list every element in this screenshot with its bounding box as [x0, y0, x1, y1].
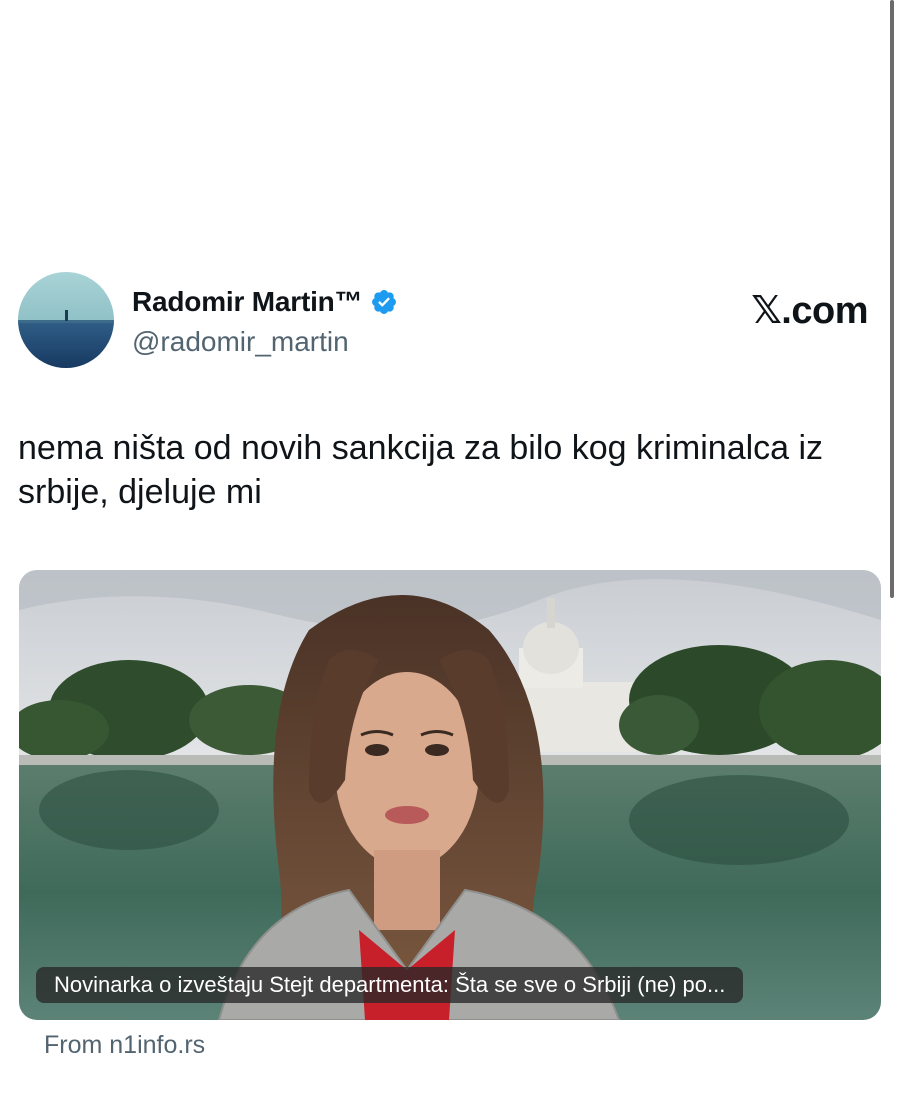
author-avatar[interactable] — [18, 272, 114, 368]
author-handle[interactable]: @radomir_martin — [132, 326, 349, 358]
tweet-text: nema ništa od novih sankcija za bilo kog… — [18, 429, 824, 511]
page-scrollbar[interactable] — [890, 0, 894, 598]
video-thumbnail-icon — [19, 570, 881, 1020]
author-name-row[interactable]: Radomir Martin™ — [132, 286, 398, 318]
tweet-header: Radomir Martin™ @radomir_martin 𝕏.com — [18, 272, 868, 372]
avatar-seascape-icon — [18, 272, 114, 368]
tweet-media-card[interactable]: Novinarka o izveštaju Stejt departmenta:… — [19, 570, 881, 1020]
video-caption: Novinarka o izveštaju Stejt departmenta:… — [36, 967, 744, 1003]
x-logo[interactable]: 𝕏.com — [751, 288, 868, 333]
link-source[interactable]: From n1info.rs — [44, 1031, 205, 1060]
author-name[interactable]: Radomir Martin™ — [132, 286, 363, 318]
verified-badge-icon — [370, 288, 398, 316]
